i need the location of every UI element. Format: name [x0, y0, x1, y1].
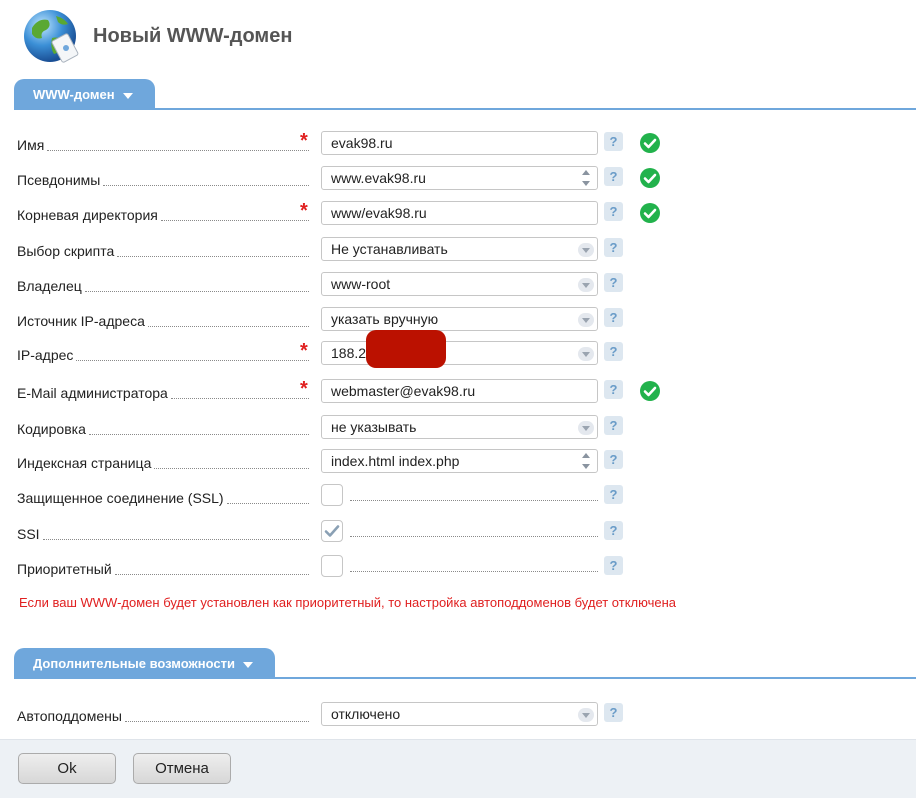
row-script: Выбор скрипта Не устанавливать ? — [0, 234, 916, 264]
chevron-down-icon — [578, 278, 594, 292]
tab-label: WWW-домен — [33, 87, 115, 102]
help-icon[interactable]: ? — [604, 521, 623, 540]
chevron-down-icon — [578, 243, 594, 257]
help-icon[interactable]: ? — [604, 308, 623, 327]
page-title: Новый WWW-домен — [93, 25, 293, 47]
row-name: Имя * evak98.ru ? — [0, 128, 916, 158]
help-icon[interactable]: ? — [604, 450, 623, 469]
section-divider — [14, 677, 916, 679]
name-input[interactable]: evak98.ru — [321, 131, 598, 155]
ok-button[interactable]: Ok — [18, 753, 116, 784]
globe-card-icon — [24, 10, 79, 63]
row-index-page: Индексная страница index.html index.php … — [0, 446, 916, 476]
help-icon[interactable]: ? — [604, 167, 623, 186]
required-marker: * — [300, 340, 308, 362]
help-icon[interactable]: ? — [604, 703, 623, 722]
priority-warning: Если ваш WWW-домен будет установлен как … — [19, 595, 677, 610]
spinner-arrows-icon[interactable] — [582, 453, 592, 469]
row-priority: Приоритетный ? — [0, 552, 916, 582]
help-icon[interactable]: ? — [604, 342, 623, 361]
admin-email-input[interactable]: webmaster@evak98.ru — [321, 379, 598, 403]
help-icon[interactable]: ? — [604, 485, 623, 504]
cancel-button[interactable]: Отмена — [133, 753, 231, 784]
field-label: Псевдонимы — [17, 163, 309, 193]
root-dir-input[interactable]: www/evak98.ru — [321, 201, 598, 225]
chevron-down-icon — [578, 347, 594, 361]
check-valid-icon — [640, 133, 660, 153]
dotted-leader — [350, 536, 598, 537]
ssl-checkbox[interactable] — [321, 484, 343, 506]
row-admin-email: E-Mail администратора * webmaster@evak98… — [0, 376, 916, 406]
dotted-leader — [350, 500, 598, 501]
chevron-down-icon — [578, 421, 594, 435]
chevron-down-icon — [578, 708, 594, 722]
dotted-leader — [350, 571, 598, 572]
index-page-input[interactable]: index.html index.php — [321, 449, 598, 473]
row-ip-source: Источник IP-адреса указать вручную ? — [0, 304, 916, 334]
priority-checkbox[interactable] — [321, 555, 343, 577]
tab-www-domain[interactable]: WWW-домен — [14, 79, 155, 110]
aliases-input[interactable]: www.evak98.ru — [321, 166, 598, 190]
check-valid-icon — [640, 381, 660, 401]
script-select[interactable]: Не устанавливать — [321, 237, 598, 261]
chevron-down-icon — [242, 661, 253, 668]
chevron-down-icon — [578, 313, 594, 327]
help-icon[interactable]: ? — [604, 273, 623, 292]
ssi-checkbox[interactable] — [321, 520, 343, 542]
row-root-dir: Корневая директория * www/evak98.ru ? — [0, 198, 916, 228]
ip-source-select[interactable]: указать вручную — [321, 307, 598, 331]
chevron-down-icon — [122, 92, 133, 99]
field-label: Приоритетный — [17, 552, 309, 582]
tab-additional-features[interactable]: Дополнительные возможности — [14, 648, 275, 679]
field-label: Кодировка — [17, 412, 309, 442]
encoding-select[interactable]: не указывать — [321, 415, 598, 439]
owner-select[interactable]: www-root — [321, 272, 598, 296]
redaction-mark — [366, 330, 446, 368]
row-ssl: Защищенное соединение (SSL) ? — [0, 481, 916, 511]
required-marker: * — [300, 200, 308, 222]
section-divider — [14, 108, 916, 110]
field-label: E-Mail администратора — [17, 376, 309, 406]
row-autosubdomains: Автоподдомены отключено ? — [0, 699, 916, 729]
row-owner: Владелец www-root ? — [0, 269, 916, 299]
help-icon[interactable]: ? — [604, 132, 623, 151]
field-label: Индексная страница — [17, 446, 309, 476]
field-label: Источник IP-адреса — [17, 304, 309, 334]
field-label: Имя — [17, 128, 309, 158]
page-header: Новый WWW-домен — [0, 0, 916, 78]
row-encoding: Кодировка не указывать ? — [0, 412, 916, 442]
autosubdomains-select[interactable]: отключено — [321, 702, 598, 726]
field-label: Выбор скрипта — [17, 234, 309, 264]
help-icon[interactable]: ? — [604, 202, 623, 221]
help-icon[interactable]: ? — [604, 556, 623, 575]
row-aliases: Псевдонимы www.evak98.ru ? — [0, 163, 916, 193]
ip-select[interactable]: 188.2 — [321, 341, 598, 365]
field-label: SSI — [17, 517, 309, 547]
help-icon[interactable]: ? — [604, 238, 623, 257]
help-icon[interactable]: ? — [604, 416, 623, 435]
check-valid-icon — [640, 203, 660, 223]
field-label: Автоподдомены — [17, 699, 309, 729]
field-label: Владелец — [17, 269, 309, 299]
field-label: Защищенное соединение (SSL) — [17, 481, 309, 511]
field-label: IP-адрес — [17, 338, 309, 368]
required-marker: * — [300, 130, 308, 152]
row-ssi: SSI ? — [0, 517, 916, 547]
checkmark-icon — [324, 525, 340, 537]
help-icon[interactable]: ? — [604, 380, 623, 399]
tab-label: Дополнительные возможности — [33, 656, 235, 671]
row-ip: IP-адрес * 188.2 ? — [0, 338, 916, 368]
check-valid-icon — [640, 168, 660, 188]
required-marker: * — [300, 378, 308, 400]
spinner-arrows-icon[interactable] — [582, 170, 592, 186]
dialog-footer: Ok Отмена — [0, 739, 916, 798]
field-label: Корневая директория — [17, 198, 309, 228]
